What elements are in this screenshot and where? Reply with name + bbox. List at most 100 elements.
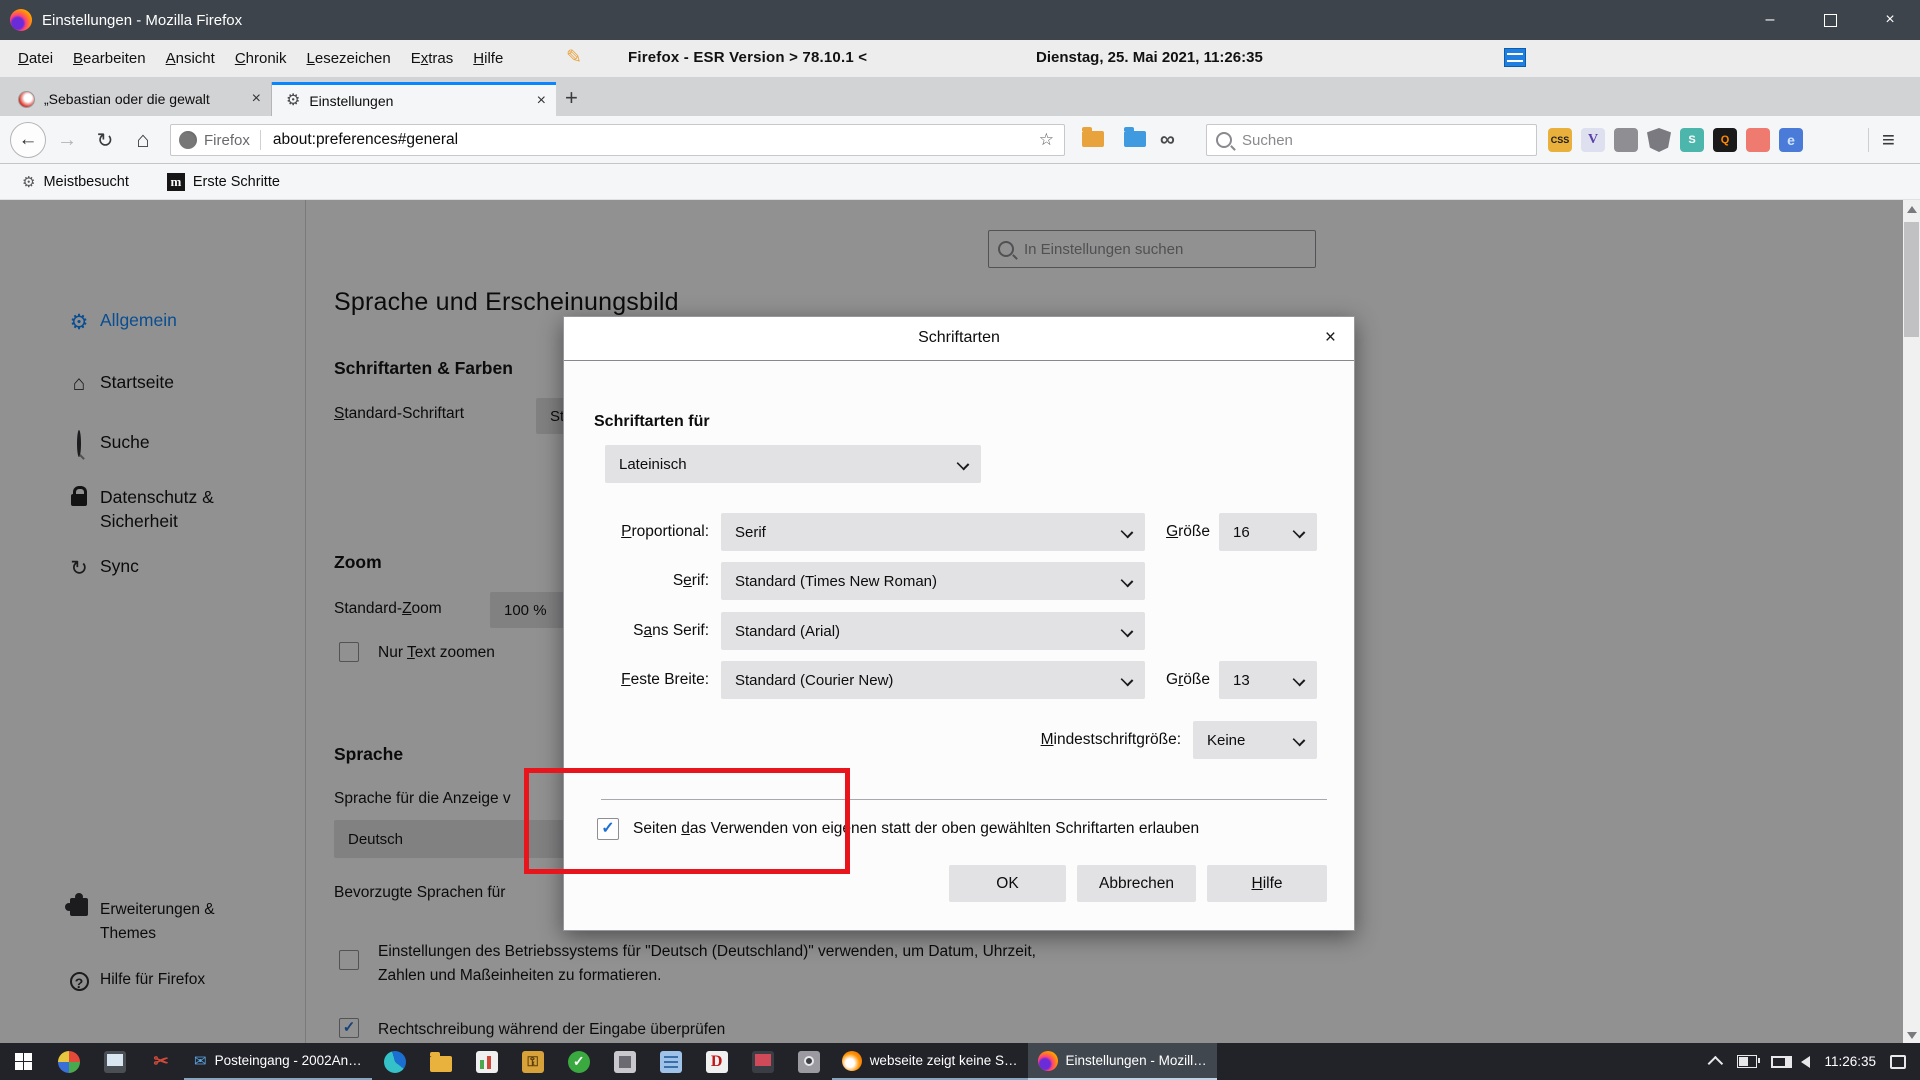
monitor-app-icon[interactable] — [92, 1043, 138, 1080]
new-tab-button[interactable]: + — [565, 85, 578, 111]
chevron-down-icon — [957, 458, 970, 471]
menu-item-extras[interactable]: Extras — [401, 50, 464, 67]
scroll-up-arrow[interactable] — [1907, 206, 1917, 213]
snipping-app-icon[interactable]: ✂ — [138, 1043, 184, 1080]
bookmarks-bar: ⚙ Meistbesucht m Erste Schritte — [0, 164, 1920, 200]
task-mail[interactable]: ✉ Posteingang - 2002An… — [184, 1043, 372, 1080]
explorer-app-icon[interactable] — [418, 1043, 464, 1080]
min-font-size-select[interactable]: Keine — [1193, 721, 1317, 759]
menu-item-chronik[interactable]: Chronik — [225, 50, 297, 67]
window-controls: – × — [1740, 0, 1920, 40]
bookmarks-folder-icon[interactable] — [1124, 131, 1146, 147]
toolbar-divider — [1868, 128, 1869, 152]
back-icon: ← — [19, 129, 38, 151]
s-extension-icon[interactable]: S — [1680, 128, 1704, 152]
red-extension-icon[interactable] — [1746, 128, 1770, 152]
page-scrollbar[interactable] — [1903, 200, 1920, 1045]
network-monitor-icon[interactable] — [1771, 1056, 1787, 1068]
d-app-icon[interactable]: D — [694, 1043, 740, 1080]
proportional-size-select[interactable]: 16 — [1219, 513, 1317, 551]
card-app-icon[interactable] — [602, 1043, 648, 1080]
v-extension-icon[interactable]: V — [1581, 128, 1605, 152]
menu-item-datei[interactable]: Datei — [8, 50, 63, 67]
script-select[interactable]: Lateinisch — [605, 445, 981, 483]
proportional-label: Proportional: — [564, 523, 709, 541]
edge-app-icon[interactable] — [372, 1043, 418, 1080]
q-extension-icon[interactable]: Q — [1713, 128, 1737, 152]
speaker-icon[interactable] — [1801, 1056, 1810, 1068]
menu-item-hilfe[interactable]: Hilfe — [463, 50, 513, 67]
task-website[interactable]: webseite zeigt keine S… — [832, 1043, 1028, 1080]
tray-chevron-icon[interactable] — [1708, 1056, 1724, 1072]
chevron-down-icon — [1121, 674, 1134, 687]
menu-item-lesezeichen[interactable]: Lesezeichen — [297, 50, 401, 67]
home-icon: ⌂ — [136, 127, 149, 153]
search-input[interactable] — [1240, 131, 1536, 150]
menu-item-bearbeiten[interactable]: Bearbeiten — [63, 50, 156, 67]
scrollbar-thumb[interactable] — [1904, 222, 1919, 337]
scroll-down-arrow[interactable] — [1907, 1032, 1917, 1039]
task-firefox-settings[interactable]: Einstellungen - Mozill… — [1028, 1043, 1217, 1080]
pencil-icon[interactable]: ✎ — [566, 46, 582, 69]
shield-extension-icon[interactable] — [1647, 128, 1671, 152]
restore-button[interactable] — [1800, 0, 1860, 40]
library-folder-icon[interactable] — [1082, 131, 1104, 147]
serif-label: Serif: — [564, 572, 709, 590]
sans-serif-select[interactable]: Standard (Arial) — [721, 612, 1145, 650]
chevron-down-icon — [1121, 575, 1134, 588]
start-button[interactable] — [0, 1043, 46, 1080]
chart-app-icon[interactable] — [464, 1043, 510, 1080]
gray-extension-icon[interactable] — [1614, 128, 1638, 152]
extension-strip: CSS V S Q e — [1548, 116, 1803, 164]
tab-close-icon[interactable]: × — [252, 90, 261, 108]
window-list-icon[interactable] — [1504, 48, 1526, 67]
navigation-toolbar: ← → ↻ ⌂ Firefox ☆ ∞ CSS V S Q e — [0, 116, 1920, 164]
url-input[interactable] — [271, 130, 1039, 150]
check-app-icon[interactable]: ✓ — [556, 1043, 602, 1080]
tray-clock[interactable]: 11:26:35 — [1824, 1054, 1876, 1069]
url-bar[interactable]: Firefox ☆ — [170, 124, 1065, 156]
remote-monitor-app-icon[interactable] — [740, 1043, 786, 1080]
bookmark-erste-schritte[interactable]: Erste Schritte — [193, 174, 280, 190]
mozilla-m-icon: m — [167, 173, 185, 191]
min-font-size-label: Mindestschriftgröße: — [934, 731, 1181, 749]
blue-extension-icon[interactable]: e — [1779, 128, 1803, 152]
proportional-select[interactable]: Serif — [721, 513, 1145, 551]
cancel-button[interactable]: Abbrechen — [1077, 865, 1196, 902]
monospace-label: Feste Breite: — [564, 671, 709, 689]
css-extension-icon[interactable]: CSS — [1548, 128, 1572, 152]
key-app-icon[interactable]: ⚿ — [510, 1043, 556, 1080]
notes-app-icon[interactable] — [648, 1043, 694, 1080]
ok-button[interactable]: OK — [949, 865, 1066, 902]
menu-item-ansicht[interactable]: Ansicht — [156, 50, 225, 67]
dialog-titlebar: Schriftarten × — [564, 317, 1354, 361]
forward-icon: → — [57, 129, 77, 152]
tab-sebastian[interactable]: „Sebastian oder die gewalt × — [6, 82, 272, 116]
toolbar-search[interactable] — [1206, 124, 1537, 156]
monospace-size-select[interactable]: 13 — [1219, 661, 1317, 699]
system-tray: 11:26:35 — [1712, 1054, 1920, 1069]
infinity-icon[interactable]: ∞ — [1160, 116, 1175, 164]
monospace-select[interactable]: Standard (Courier New) — [721, 661, 1145, 699]
close-icon: × — [1885, 11, 1894, 29]
pinwheel-app-icon[interactable] — [46, 1043, 92, 1080]
menu-hamburger-icon[interactable]: ≡ — [1882, 116, 1895, 164]
home-button[interactable]: ⌂ — [128, 116, 158, 164]
tab-close-icon[interactable]: × — [537, 92, 546, 110]
battery-icon[interactable] — [1737, 1055, 1757, 1068]
minimize-icon: – — [1766, 11, 1775, 29]
tab-einstellungen[interactable]: ⚙ Einstellungen × — [272, 82, 556, 116]
bookmark-star-icon[interactable]: ☆ — [1039, 130, 1054, 150]
dialog-close-icon[interactable]: × — [1325, 327, 1336, 349]
camera-app-icon[interactable] — [786, 1043, 832, 1080]
sans-serif-label: Sans Serif: — [564, 622, 709, 640]
close-button[interactable]: × — [1860, 0, 1920, 40]
reload-button[interactable]: ↻ — [90, 116, 120, 164]
minimize-button[interactable]: – — [1740, 0, 1800, 40]
serif-select[interactable]: Standard (Times New Roman) — [721, 562, 1145, 600]
back-button[interactable]: ← — [10, 116, 46, 164]
help-button[interactable]: Hilfe — [1207, 865, 1327, 902]
notification-center-icon[interactable] — [1890, 1055, 1906, 1069]
bookmark-meistbesucht[interactable]: Meistbesucht — [43, 174, 128, 190]
forward-button[interactable]: → — [52, 116, 82, 164]
